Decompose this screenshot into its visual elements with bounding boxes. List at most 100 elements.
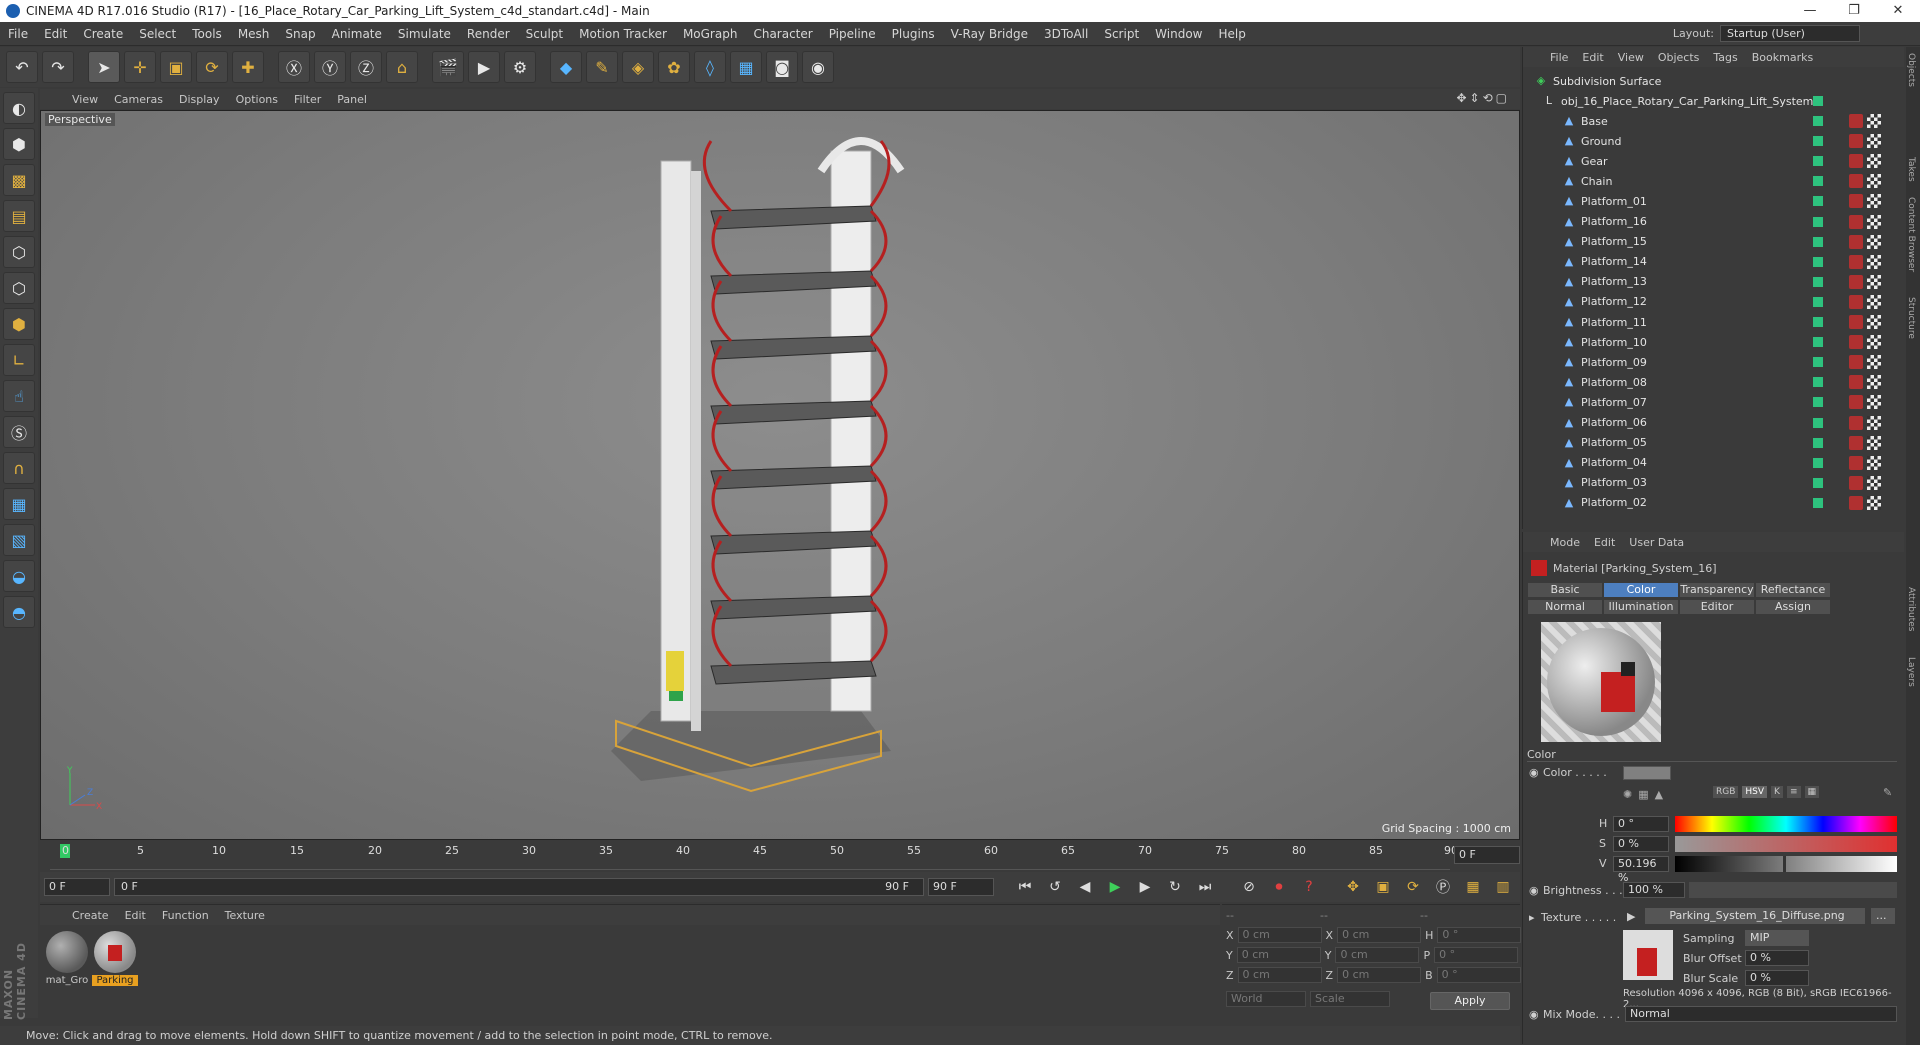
blur-scale-field[interactable]: 0 % [1745, 970, 1809, 986]
key-parameter-icon[interactable]: Ⓟ [1430, 875, 1456, 899]
texture-menu-icon[interactable]: ▶ [1627, 910, 1635, 923]
tab-normal[interactable]: Normal [1527, 599, 1603, 615]
visibility-dot[interactable] [1813, 397, 1823, 408]
position-y-field[interactable]: 0 cm [1236, 947, 1321, 963]
key-rotation-icon[interactable]: ⟳ [1400, 875, 1426, 899]
previous-key-icon[interactable]: ↺ [1042, 875, 1068, 899]
visibility-dot[interactable] [1813, 457, 1823, 468]
timeline-window-icon[interactable]: ▥ [1490, 875, 1516, 899]
object-row[interactable]: ▲ Platform_05 [1523, 433, 1897, 453]
material-tag-icon[interactable] [1849, 415, 1863, 430]
menu-sculpt[interactable]: Sculpt [518, 27, 571, 41]
viewport-menu-panel[interactable]: Panel [329, 93, 375, 106]
uvw-tag-icon[interactable] [1867, 194, 1881, 209]
mix-mode-dropdown[interactable]: Normal [1625, 1006, 1897, 1022]
attributes-menu-edit[interactable]: Edit [1587, 536, 1622, 549]
object-row[interactable]: ▲ Platform_08 [1523, 372, 1897, 392]
rotate-tool-icon[interactable]: ⟳ [196, 51, 228, 83]
python-icon[interactable]: ◒ [3, 560, 35, 592]
material-tag-icon[interactable] [1849, 435, 1863, 450]
visibility-dot[interactable] [1813, 236, 1823, 247]
object-row[interactable]: ▲ Platform_09 [1523, 352, 1897, 372]
visibility-dot[interactable] [1813, 116, 1823, 126]
side-tab-structure[interactable]: Structure [1906, 297, 1916, 339]
tab-basic[interactable]: Basic [1527, 582, 1603, 598]
menu-animate[interactable]: Animate [324, 27, 390, 41]
object-row[interactable]: ▲ Platform_14 [1523, 252, 1897, 272]
model-mode-icon[interactable]: ⬢ [3, 128, 35, 160]
material-thumbnail-selected[interactable]: Parking [92, 931, 138, 991]
menu-mesh[interactable]: Mesh [230, 27, 278, 41]
animate-grid-icon[interactable]: ▧ [3, 524, 35, 556]
material-tag-icon[interactable] [1849, 234, 1863, 249]
live-select-icon[interactable]: ✚ [232, 51, 264, 83]
visibility-dot[interactable] [1813, 437, 1823, 448]
subdivision-surface-icon[interactable]: ◈ [622, 51, 654, 83]
hue-slider[interactable] [1675, 816, 1897, 832]
key-position-icon[interactable]: ✥ [1340, 875, 1366, 899]
axis-mode-icon[interactable]: ∟ [3, 344, 35, 376]
visibility-dot[interactable] [1813, 377, 1823, 388]
autokey-icon[interactable]: ? [1296, 875, 1322, 899]
select-arrow-icon[interactable]: ➤ [88, 51, 120, 83]
object-row-group[interactable]: L obj_16_Place_Rotary_Car_Parking_Lift_S… [1523, 91, 1897, 111]
material-menu-function[interactable]: Function [154, 909, 217, 922]
value-slider-handle[interactable] [1783, 856, 1786, 872]
timeline-ticks[interactable]: 0 5 10 15 20 25 30 35 40 45 50 55 60 65 … [50, 842, 1458, 870]
object-row[interactable]: ▲ Platform_10 [1523, 332, 1897, 352]
material-tag-icon[interactable] [1849, 335, 1863, 350]
uvw-tag-icon[interactable] [1867, 274, 1881, 289]
visibility-dot[interactable] [1813, 357, 1823, 368]
material-tag-icon[interactable] [1849, 455, 1863, 470]
coord-world-dropdown[interactable]: World [1226, 991, 1306, 1007]
layout-selector[interactable]: Layout: Startup (User) [1673, 25, 1860, 42]
start-frame-field[interactable]: 0 F [44, 878, 110, 896]
value-slider[interactable] [1675, 856, 1897, 872]
swatches-mode-icon[interactable]: ▦ [1804, 786, 1820, 798]
next-key-icon[interactable]: ↻ [1162, 875, 1188, 899]
layout-dropdown[interactable]: Startup (User) [1720, 25, 1860, 42]
spectrum-icon[interactable]: ▦ [1638, 788, 1648, 801]
side-tab-takes[interactable]: Takes [1906, 157, 1916, 182]
saturation-slider[interactable] [1675, 836, 1897, 852]
floor-scene-icon[interactable]: ▦ [730, 51, 762, 83]
expand-arrow-icon[interactable]: ▸ [1529, 911, 1535, 924]
object-row[interactable]: ▲ Platform_02 [1523, 493, 1897, 513]
tab-transparency[interactable]: Transparency [1679, 582, 1755, 598]
deformer-icon[interactable]: ◊ [694, 51, 726, 83]
magnet-icon[interactable]: ∩ [3, 452, 35, 484]
uvw-tag-icon[interactable] [1867, 234, 1881, 249]
z-axis-lock-icon[interactable]: Ⓩ [350, 51, 382, 83]
apply-button[interactable]: Apply [1430, 992, 1510, 1010]
value-field[interactable]: 50.196 % [1613, 856, 1669, 884]
uvw-tag-icon[interactable] [1867, 495, 1881, 510]
uvw-tag-icon[interactable] [1867, 214, 1881, 229]
brightness-slider[interactable] [1689, 882, 1897, 898]
mograph-cloner-icon[interactable]: ✿ [658, 51, 690, 83]
uvw-tag-icon[interactable] [1867, 475, 1881, 490]
material-tag-icon[interactable] [1849, 174, 1863, 189]
frame-range-slider[interactable]: 0 F 90 F [114, 878, 924, 896]
material-tag-icon[interactable] [1849, 375, 1863, 390]
attributes-menu-mode[interactable]: Mode [1543, 536, 1587, 549]
object-row[interactable]: ▲ Platform_07 [1523, 392, 1897, 412]
objects-menu-file[interactable]: File [1543, 51, 1575, 64]
render-settings-icon[interactable]: ⚙ [504, 51, 536, 83]
uvw-tag-icon[interactable] [1867, 355, 1881, 370]
material-tag-icon[interactable] [1849, 315, 1863, 329]
menu-file[interactable]: File [0, 27, 36, 41]
side-tab-attributes[interactable]: Attributes [1906, 587, 1916, 631]
visibility-dot[interactable] [1813, 276, 1823, 287]
key-scale-icon[interactable]: ▣ [1370, 875, 1396, 899]
visibility-dot[interactable] [1813, 337, 1823, 348]
go-to-end-icon[interactable]: ⏭ [1192, 875, 1218, 899]
tab-illumination[interactable]: Illumination [1603, 599, 1679, 615]
menu-simulate[interactable]: Simulate [390, 27, 459, 41]
material-thumbnail[interactable]: mat_Gro [44, 931, 90, 991]
menu-mograph[interactable]: MoGraph [675, 27, 746, 41]
visibility-dot[interactable] [1813, 176, 1823, 187]
material-tag-icon[interactable] [1849, 274, 1863, 289]
sampling-dropdown[interactable]: MIP [1745, 930, 1809, 946]
visibility-dot[interactable] [1813, 216, 1823, 227]
object-row[interactable]: ▲ Platform_12 [1523, 292, 1897, 312]
